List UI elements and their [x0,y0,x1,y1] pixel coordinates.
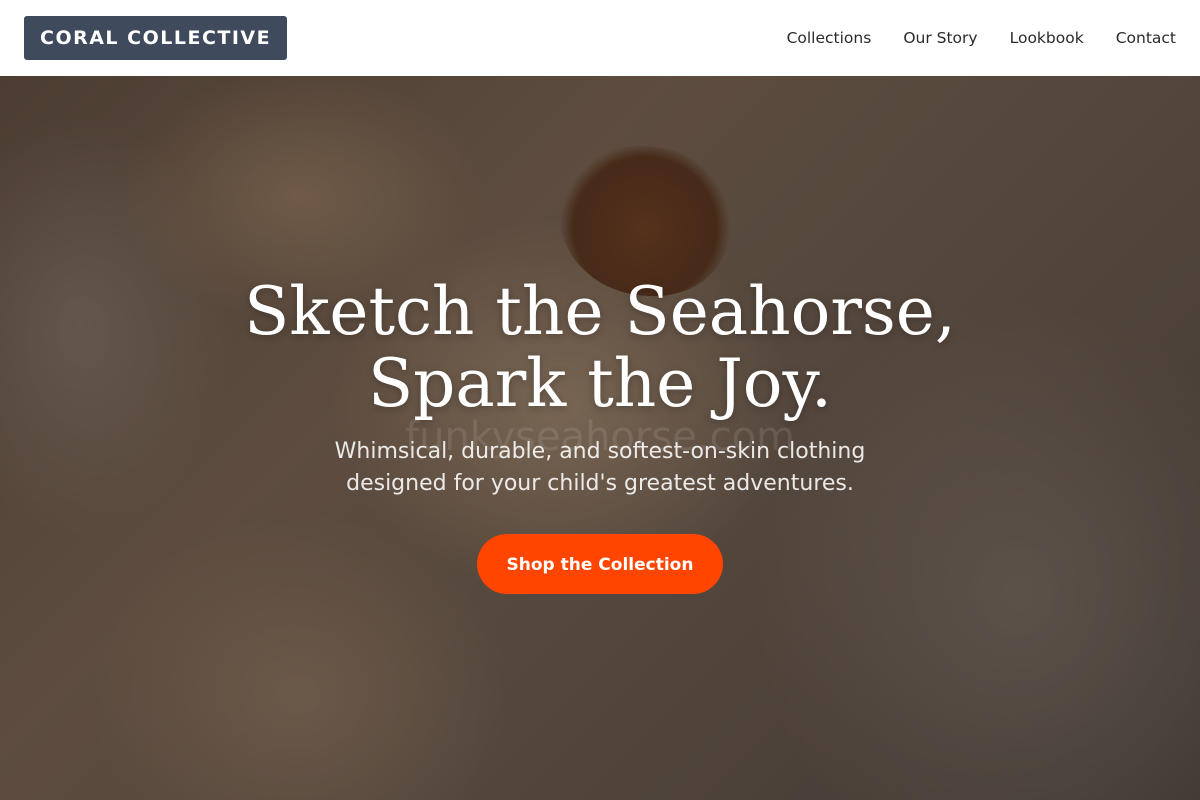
main-nav: Collections Our Story Lookbook Contact [787,0,1176,76]
hero-subhead-line2: designed for your child's greatest adven… [346,471,854,496]
hero-headline-line2: Spark the Joy. [367,345,833,422]
nav-link-contact[interactable]: Contact [1116,29,1176,47]
hero-subhead: Whimsical, durable, and softest-on-skin … [250,436,950,500]
hero-section: Sketch the Seahorse, Spark the Joy. funk… [0,76,1200,800]
brand-logo[interactable]: CORAL COLLECTIVE [24,16,288,60]
hero-subhead-line1: Whimsical, durable, and softest-on-skin … [334,439,866,464]
hero-content: Sketch the Seahorse, Spark the Joy. funk… [0,76,1200,800]
nav-link-collections[interactable]: Collections [787,29,872,47]
shop-collection-button[interactable]: Shop the Collection [477,534,723,594]
nav-link-lookbook[interactable]: Lookbook [1010,29,1084,47]
site-header: CORAL COLLECTIVE Collections Our Story L… [0,0,1200,76]
hero-headline: Sketch the Seahorse, Spark the Joy. [100,276,1100,420]
nav-link-our-story[interactable]: Our Story [903,29,977,47]
hero-headline-line1: Sketch the Seahorse, [244,273,956,350]
